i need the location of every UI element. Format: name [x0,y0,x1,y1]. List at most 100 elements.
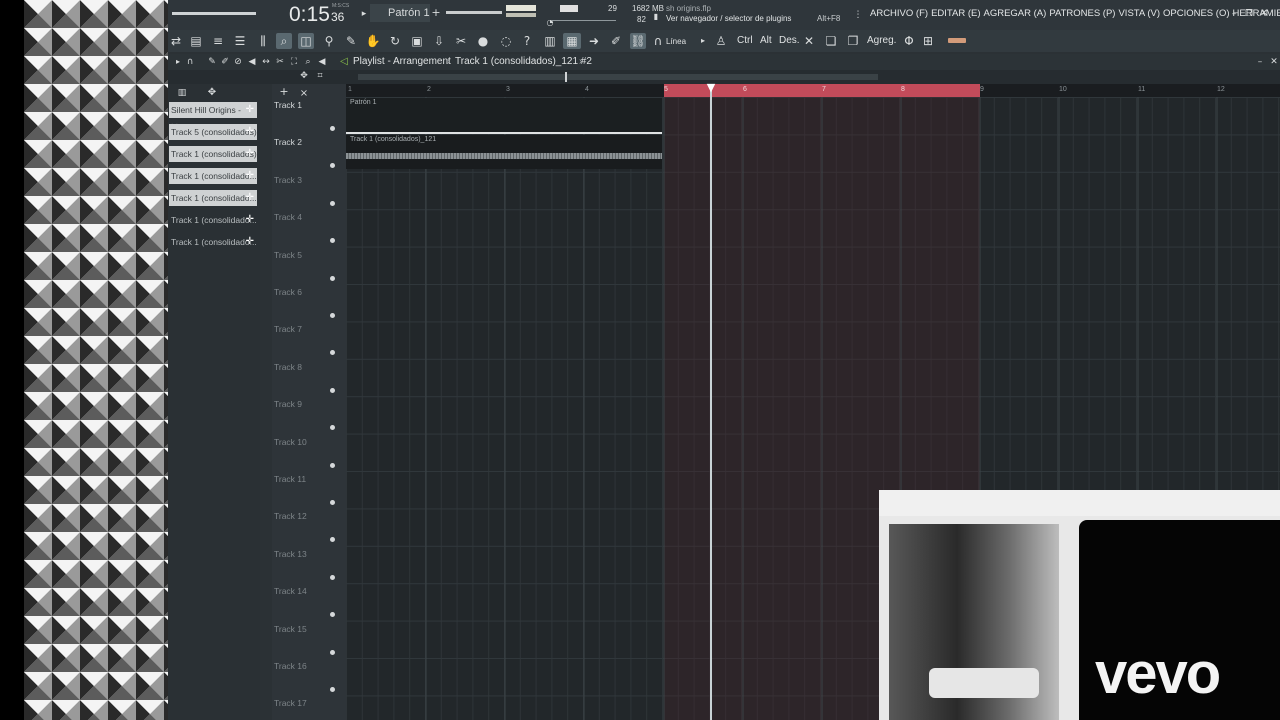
mixer-icon[interactable]: ⇄ [168,33,184,49]
track-header[interactable]: Track 9 [272,397,342,434]
cart-icon[interactable]: ⊞ [920,33,936,49]
track-enable-dot[interactable] [330,500,335,505]
browser-icon[interactable]: ⌕ [276,33,292,49]
track-enable-dot[interactable] [330,200,335,206]
add-pattern-icon[interactable]: + [428,5,444,21]
snap-mode[interactable]: Línea [666,37,686,46]
piano-roll-icon[interactable]: ≡ [210,33,226,49]
track-enable-dot[interactable] [330,612,335,618]
track-enable-dot[interactable] [330,649,335,655]
move-handle-icon[interactable]: ✛ [246,146,254,162]
arrow-right-icon[interactable]: ➜ [586,33,602,49]
menu-item[interactable]: AGREGAR (A) [984,8,1047,19]
track-enable-dot[interactable] [330,238,335,244]
picker-item[interactable]: Track 5 (consolidados) ✛ [169,124,257,140]
tuner-icon[interactable]: Φ [901,33,917,49]
hand-icon[interactable]: ✋ [365,33,381,49]
playlist-play-icon[interactable]: ◁ [336,54,352,70]
layout-icon[interactable]: ▥ [542,33,558,49]
track-header[interactable]: Track 1 [272,98,342,135]
copy-icon[interactable]: ❏ [823,33,839,49]
menu-item[interactable]: PATRONES (P) [1049,8,1115,19]
chat-icon[interactable]: ◌ [498,33,514,49]
track-header[interactable]: Track 6 [272,285,342,322]
track-enable-dot[interactable] [330,462,335,468]
ctrl-key[interactable]: Ctrl [737,35,753,46]
loop-icon[interactable]: ↻ [387,33,403,49]
close-icon[interactable]: ✕ [1256,6,1272,22]
track-header[interactable]: Track 7 [272,322,342,359]
move-handle-icon[interactable]: ✛ [246,168,254,184]
add-button[interactable]: Agreg. [867,35,896,46]
playhead[interactable] [710,84,712,720]
menu-item[interactable]: ARCHIVO (F) [870,8,928,19]
horizontal-scrollbar[interactable] [358,74,878,80]
track-header[interactable]: Track 12 [272,509,342,546]
track-header[interactable]: Track 14 [272,584,342,621]
track-header[interactable]: Track 13 [272,547,342,584]
track-enable-dot[interactable] [330,163,335,169]
picker-item[interactable]: Track 1 (consolidado... ✛ [169,234,257,250]
minimize-icon[interactable]: – [1226,6,1242,22]
microphone-icon[interactable]: ● [475,33,491,49]
move-handle-icon[interactable]: ✛ [246,124,254,140]
paste-icon[interactable]: ❐ [845,33,861,49]
magnet-icon[interactable]: ∩ [650,33,666,49]
track-enable-dot[interactable] [330,387,335,393]
track-enable-dot[interactable] [330,313,335,318]
track-header[interactable]: Track 10 [272,435,342,472]
track-enable-dot[interactable] [330,425,335,431]
deselect-key[interactable]: Des. [779,35,800,46]
alt-key[interactable]: Alt [760,35,772,46]
picker-item[interactable]: Silent Hill Origins - M...✛ [169,102,257,131]
move-icon[interactable]: ✥ [296,68,312,84]
save-icon[interactable]: ▣ [409,33,425,49]
track-enable-dot[interactable] [330,350,335,356]
menu-item[interactable]: OPCIONES (O) [1163,8,1230,19]
move-handle-icon[interactable]: ✛ [246,212,254,228]
track-header[interactable]: Track 8 [272,360,342,397]
track-header[interactable]: Track 15 [272,622,342,659]
track-header[interactable]: Track 11 [272,472,342,509]
link-icon[interactable]: ⛓ [630,33,646,49]
pattern-clip[interactable]: Patrón 1 [346,98,662,134]
keyboard-icon[interactable]: ▦ [563,33,581,49]
track-enable-dot[interactable] [330,126,335,131]
snap-arrow-icon[interactable]: ▸ [695,33,711,49]
picker-layout-icon[interactable]: ▥ [174,85,190,101]
brush-icon[interactable]: ✎ [343,33,359,49]
menu-item[interactable]: VISTA (V) [1118,8,1160,19]
pattern-selector[interactable]: Patrón 1 [370,4,430,22]
render-icon[interactable]: ⇩ [431,33,447,49]
picker-item[interactable]: Track 1 (consolidado... ✛ [169,168,257,184]
plug-icon[interactable]: ⚲ [321,33,337,49]
magnet-small-icon[interactable]: ∩ [182,54,198,70]
playlist-close-icon[interactable]: ✕ [1266,54,1280,70]
track-header[interactable]: Track 5 [272,248,342,285]
audio-clip[interactable]: Track 1 (consolidados)_121 [346,135,662,169]
move-handle-icon[interactable]: ✛ [246,102,254,118]
master-volume-slider[interactable] [172,12,256,15]
playhead-marker-icon[interactable]: ▼ [703,80,719,96]
delete-icon[interactable]: ✕ [801,33,817,49]
track-enable-dot[interactable] [330,275,335,281]
move-handle-icon[interactable]: ✛ [246,234,254,250]
track-enable-dot[interactable] [330,687,335,692]
playlist-icon[interactable]: ☰ [232,33,248,49]
mixer-sliders-icon[interactable]: ⫼ [255,33,271,49]
edit-icon[interactable]: ⌗ [312,68,328,84]
channel-rack-icon[interactable]: ▤ [188,33,204,49]
track-enable-dot[interactable] [330,537,335,543]
track-header[interactable]: Track 16 [272,659,342,696]
plugin-picker-icon[interactable]: ◫ [298,33,314,49]
track-header[interactable]: Track 3 [272,173,342,210]
track-header[interactable]: Track 17 [272,696,342,720]
cut-icon[interactable]: ✂ [453,33,469,49]
menu-item[interactable]: EDITAR (E) [931,8,980,19]
track-enable-dot[interactable] [330,574,335,580]
restore-icon[interactable]: ❐ [1241,6,1257,22]
picker-item[interactable]: Track 1 (consolidado... ✛ [169,212,257,228]
picker-item[interactable]: Track 1 (consolidado... ✛ [169,190,257,206]
picker-item[interactable]: Track 1 (consolidados) ✛ [169,146,257,162]
pencil-icon[interactable]: ✐ [608,33,624,49]
